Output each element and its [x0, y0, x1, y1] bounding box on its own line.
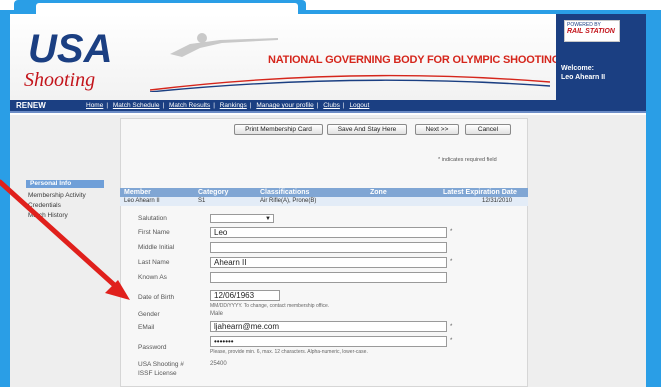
usa-shooting-number-value: 25400 [210, 361, 227, 367]
print-membership-card-button[interactable]: Print Membership Card [234, 124, 323, 135]
salutation-label: Salutation [138, 215, 167, 222]
sidebar-item-match-history[interactable]: Match History [28, 212, 68, 219]
sidebar-item-credentials[interactable]: Credentials [28, 202, 61, 209]
sidebar-item-membership-activity[interactable]: Membership Activity [28, 192, 86, 199]
save-and-stay-button[interactable]: Save And Stay Here [327, 124, 407, 135]
required-field-note: * indicates required field [438, 157, 497, 163]
col-member: Member [124, 189, 151, 196]
gender-value: Male [210, 311, 224, 317]
email-label: EMail [138, 324, 155, 331]
dob-hint: MM/DD/YYYY. To change, contact membershi… [210, 303, 330, 309]
col-latest-expiration: Latest Expiration Date [443, 189, 517, 196]
last-name-field[interactable]: Ahearn II [210, 257, 447, 268]
table-row: Leo Ahearn II S1 Air Rifle(A), Prone(B) … [120, 197, 528, 206]
last-name-label: Last Name [138, 259, 170, 266]
first-name-field[interactable]: Leo [210, 227, 447, 238]
gender-label: Gender [138, 311, 160, 318]
salutation-select[interactable]: ▼ [210, 214, 274, 223]
email-field[interactable]: ljahearn@me.com [210, 321, 447, 332]
first-name-label: First Name [138, 229, 170, 236]
cancel-button[interactable]: Cancel [465, 124, 511, 135]
cell-classifications: Air Rifle(A), Prone(B) [260, 198, 317, 204]
next-button[interactable]: Next >> [415, 124, 459, 135]
known-as-label: Known As [138, 274, 167, 281]
cell-category: S1 [198, 198, 206, 204]
frame-tab [14, 0, 306, 14]
middle-initial-label: Middle Initial [138, 244, 175, 251]
cell-expiration: 12/31/2010 [482, 198, 513, 204]
middle-initial-field[interactable] [210, 242, 447, 253]
password-label: Password [138, 344, 167, 351]
col-category: Category [198, 189, 229, 196]
sidebar-item-personal-info[interactable]: Personal Info [26, 180, 104, 188]
chevron-down-icon: ▼ [265, 216, 271, 222]
dob-field[interactable]: 12/06/1963 [210, 290, 280, 301]
usa-shooting-number-label: USA Shooting # [138, 361, 184, 368]
password-field[interactable]: ••••••• [210, 336, 447, 347]
password-hint: Please, provide min. 6, max. 12 characte… [210, 349, 368, 355]
dob-label: Date of Birth [138, 294, 175, 301]
issf-license-label: ISSF License [138, 370, 177, 377]
membership-table-header: Member Category Classifications Zone Lat… [120, 188, 528, 197]
col-classifications: Classifications [260, 189, 310, 196]
col-zone: Zone [370, 189, 387, 196]
known-as-field[interactable] [210, 272, 447, 283]
content-area: Personal Info Membership Activity Creden… [10, 14, 646, 387]
cell-member: Leo Ahearn II [124, 198, 160, 204]
